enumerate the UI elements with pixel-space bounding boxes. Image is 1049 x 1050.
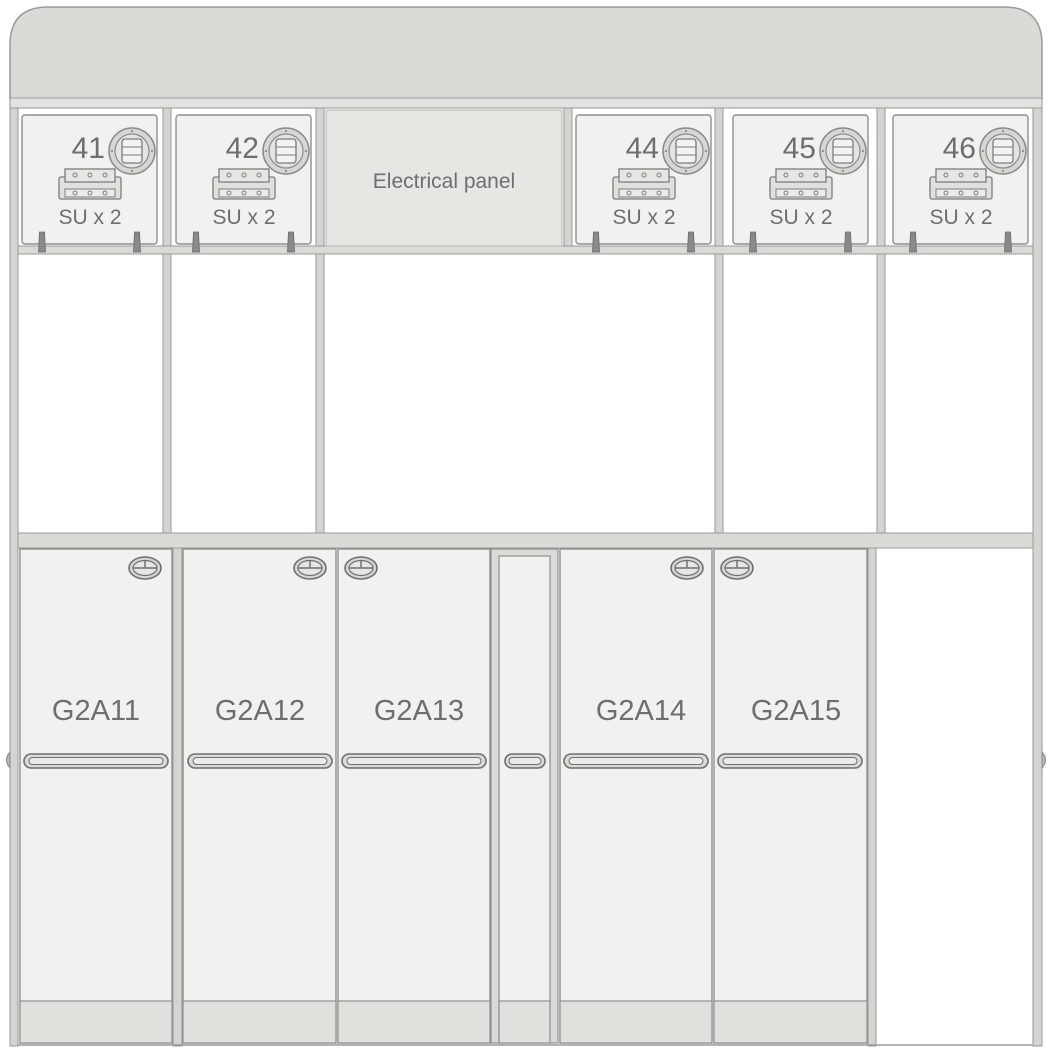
- latch-icon[interactable]: [262, 127, 310, 175]
- cart-lock-icon[interactable]: [128, 556, 162, 580]
- divider: [876, 107, 886, 536]
- upper-shelf-rail: [17, 245, 1034, 255]
- compartment-tag: SU x 2: [769, 206, 832, 229]
- compartment-42[interactable]: 42 SU x 2: [175, 114, 312, 253]
- galley-diagram: Electrical panel 41 SU x 2 42 SU x 2 44 …: [0, 0, 1049, 1050]
- handle-icon[interactable]: [612, 168, 676, 200]
- cart-lock-icon[interactable]: [293, 556, 327, 580]
- narrow-center-unit[interactable]: [490, 548, 559, 1044]
- cart-handle-bar[interactable]: [717, 753, 863, 769]
- right-side-bumper: [1041, 750, 1046, 770]
- peg-icon: [287, 231, 295, 253]
- electrical-panel-label: Electrical panel: [373, 170, 515, 193]
- peg-icon: [1004, 231, 1012, 253]
- right-side-post: [1032, 107, 1043, 1047]
- divider: [315, 107, 325, 536]
- compartment-tag: SU x 2: [58, 206, 121, 229]
- cart-bay-post: [172, 547, 183, 1047]
- cart-label: G2A13: [374, 695, 464, 727]
- compartment-tag: SU x 2: [612, 206, 675, 229]
- cart-G2A13[interactable]: G2A13: [337, 548, 491, 1044]
- handle-icon[interactable]: [58, 168, 122, 200]
- compartment-number: 44: [626, 132, 659, 165]
- compartment-number: 41: [72, 132, 105, 165]
- compartment-41[interactable]: 41 SU x 2: [21, 114, 158, 253]
- cart-G2A12[interactable]: G2A12: [182, 548, 337, 1044]
- narrow-handle-bar[interactable]: [504, 753, 546, 769]
- handle-icon[interactable]: [929, 168, 993, 200]
- peg-icon: [192, 231, 200, 253]
- left-side-post: [9, 107, 19, 1047]
- cart-handle-bar[interactable]: [563, 753, 709, 769]
- cart-label: G2A11: [52, 695, 140, 727]
- left-side-bumper: [6, 750, 11, 770]
- compartment-44[interactable]: 44 SU x 2: [575, 114, 712, 253]
- cart-label: G2A12: [215, 695, 305, 727]
- compartment-46[interactable]: 46 SU x 2: [892, 114, 1029, 253]
- peg-icon: [133, 231, 141, 253]
- divider: [714, 107, 724, 536]
- peg-icon: [38, 231, 46, 253]
- latch-icon[interactable]: [108, 127, 156, 175]
- handle-icon[interactable]: [212, 168, 276, 200]
- divider: [563, 107, 573, 249]
- cart-lock-icon[interactable]: [344, 556, 378, 580]
- cart-G2A15[interactable]: G2A15: [713, 548, 868, 1044]
- peg-icon: [844, 231, 852, 253]
- peg-icon: [749, 231, 757, 253]
- cart-handle-bar[interactable]: [23, 753, 169, 769]
- peg-icon: [909, 231, 917, 253]
- cart-lock-icon[interactable]: [720, 556, 754, 580]
- compartment-number: 46: [943, 132, 976, 165]
- divider: [162, 107, 172, 536]
- crown-base-rail: [9, 97, 1043, 109]
- cart-bay-header-rail: [17, 532, 1034, 549]
- latch-icon[interactable]: [662, 127, 710, 175]
- compartment-tag: SU x 2: [212, 206, 275, 229]
- compartment-number: 45: [783, 132, 816, 165]
- latch-icon[interactable]: [819, 127, 867, 175]
- cart-label: G2A14: [596, 695, 686, 727]
- cart-handle-bar[interactable]: [187, 753, 333, 769]
- cart-bay-post: [867, 547, 877, 1047]
- peg-icon: [592, 231, 600, 253]
- cart-G2A14[interactable]: G2A14: [559, 548, 713, 1044]
- cart-label: G2A15: [751, 695, 841, 727]
- peg-icon: [687, 231, 695, 253]
- compartment-tag: SU x 2: [929, 206, 992, 229]
- compartment-45[interactable]: 45 SU x 2: [732, 114, 869, 253]
- cart-lock-icon[interactable]: [670, 556, 704, 580]
- latch-icon[interactable]: [979, 127, 1027, 175]
- handle-icon[interactable]: [769, 168, 833, 200]
- cart-G2A11[interactable]: G2A11: [19, 548, 173, 1044]
- compartment-number: 42: [226, 132, 259, 165]
- galley-drawing: Electrical panel 41 SU x 2 42 SU x 2 44 …: [6, 6, 1046, 1047]
- galley-crown: [9, 6, 1043, 101]
- cart-handle-bar[interactable]: [341, 753, 487, 769]
